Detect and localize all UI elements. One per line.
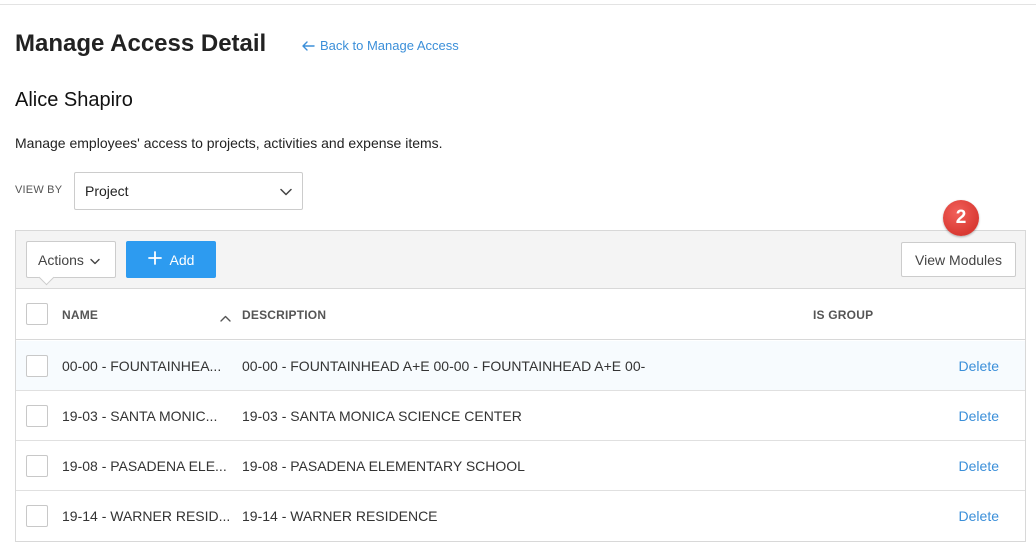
delete-link[interactable]: Delete: [959, 491, 999, 541]
page-description: Manage employees' access to projects, ac…: [15, 135, 443, 151]
row-description: 19-03 - SANTA MONICA SCIENCE CENTER: [242, 408, 522, 424]
column-header-name[interactable]: NAME: [62, 289, 98, 340]
actions-label: Actions: [38, 251, 84, 268]
chevron-down-icon: [280, 183, 292, 199]
chevron-up-icon[interactable]: [220, 309, 231, 327]
table-toolbar: Actions Add View Modules: [16, 231, 1025, 289]
plus-icon: [147, 251, 162, 268]
back-link-label: Back to Manage Access: [320, 38, 459, 53]
view-modules-button[interactable]: View Modules: [901, 242, 1016, 277]
row-description: 19-14 - WARNER RESIDENCE: [242, 508, 438, 524]
row-name: 19-14 - WARNER RESID...: [62, 508, 231, 524]
arrow-left-icon: [302, 40, 315, 51]
table-row[interactable]: 19-03 - SANTA MONIC... 19-03 - SANTA MON…: [16, 391, 1025, 441]
table-row[interactable]: 19-08 - PASADENA ELE... 19-08 - PASADENA…: [16, 441, 1025, 491]
page-title: Manage Access Detail: [15, 30, 267, 57]
column-header-description[interactable]: DESCRIPTION: [242, 289, 326, 340]
table-row[interactable]: 19-14 - WARNER RESID... 19-14 - WARNER R…: [16, 491, 1025, 541]
row-description: 19-08 - PASADENA ELEMENTARY SCHOOL: [242, 458, 525, 474]
select-all-checkbox[interactable]: [26, 303, 48, 325]
access-table-panel: Actions Add View Modules NAME DESCRIPTIO…: [15, 230, 1026, 542]
table-row[interactable]: 00-00 - FOUNTAINHEA... 00-00 - FOUNTAINH…: [16, 341, 1025, 391]
row-name: 00-00 - FOUNTAINHEA...: [62, 358, 222, 374]
add-label: Add: [169, 251, 195, 268]
table-header: NAME DESCRIPTION IS GROUP: [16, 289, 1025, 340]
row-checkbox[interactable]: [26, 355, 48, 377]
delete-link[interactable]: Delete: [959, 441, 999, 491]
employee-name: Alice Shapiro: [15, 89, 133, 111]
row-checkbox[interactable]: [26, 505, 48, 527]
row-name: 19-03 - SANTA MONIC...: [62, 408, 218, 424]
view-by-selected-value: Project: [85, 183, 129, 199]
row-checkbox[interactable]: [26, 455, 48, 477]
notification-badge: 2: [943, 200, 979, 236]
actions-dropdown-button[interactable]: Actions: [26, 241, 116, 278]
add-button[interactable]: Add: [126, 241, 216, 278]
view-by-select[interactable]: Project: [74, 172, 303, 210]
row-name: 19-08 - PASADENA ELE...: [62, 458, 227, 474]
delete-link[interactable]: Delete: [959, 391, 999, 441]
view-by-label: VIEW BY: [15, 184, 63, 196]
chevron-down-icon: [90, 252, 100, 268]
row-checkbox[interactable]: [26, 405, 48, 427]
top-divider: [0, 4, 1036, 5]
row-description: 00-00 - FOUNTAINHEAD A+E 00-00 - FOUNTAI…: [242, 358, 646, 374]
delete-link[interactable]: Delete: [959, 341, 999, 391]
column-header-is-group[interactable]: IS GROUP: [813, 289, 873, 340]
back-to-manage-access-link[interactable]: Back to Manage Access: [302, 38, 459, 53]
